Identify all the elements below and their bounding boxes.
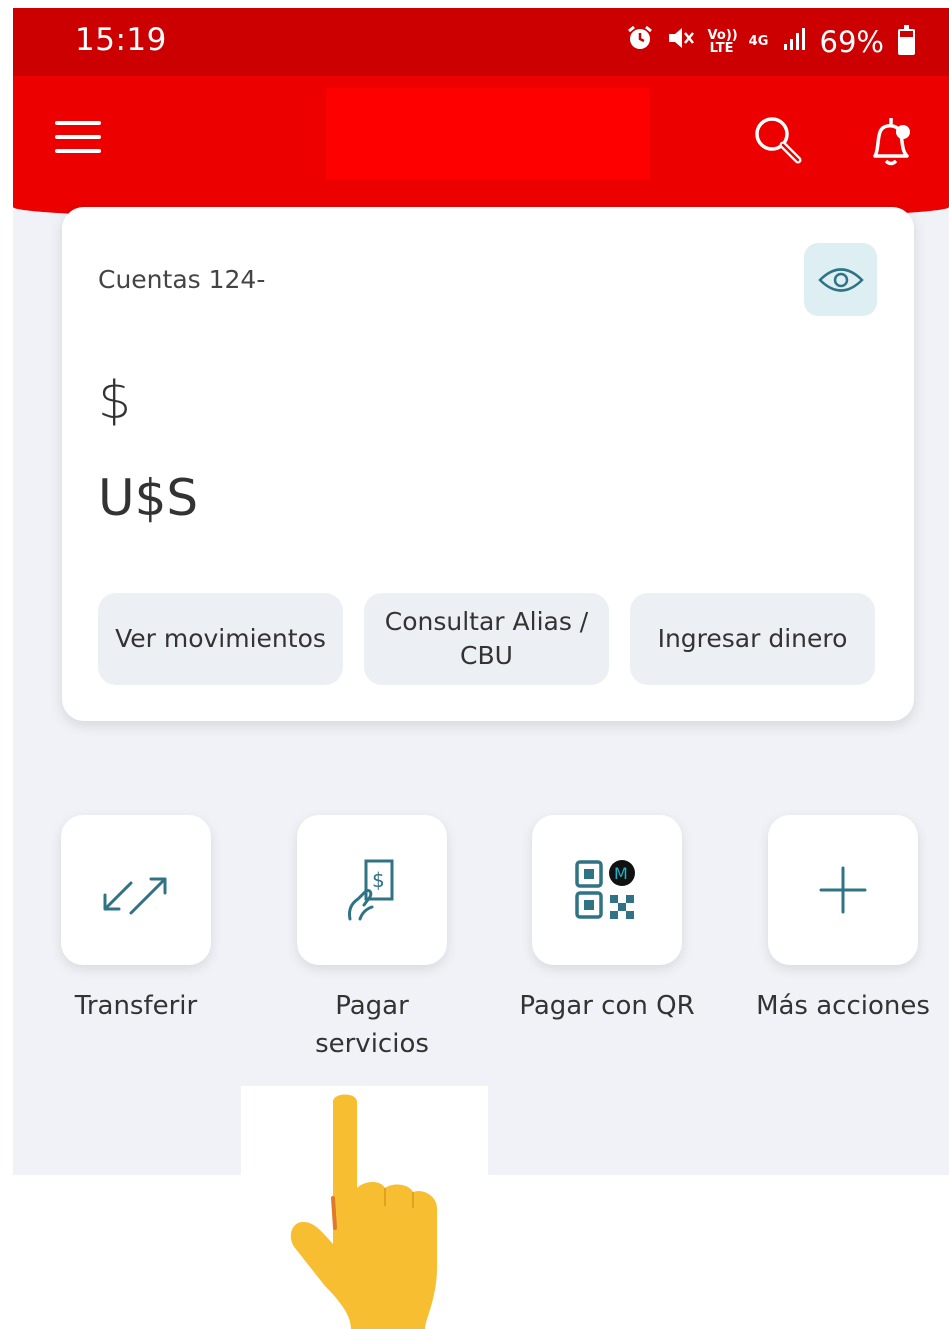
battery-percent: 69% (819, 24, 884, 59)
transfer-arrows-icon (103, 877, 167, 915)
quick-action-transfer[interactable]: Transferir (61, 815, 211, 1025)
account-label: Cuentas 124- (98, 265, 266, 294)
view-movements-button[interactable]: Ver movimientos (98, 593, 343, 685)
alarm-icon (626, 24, 654, 59)
deposit-money-button[interactable]: Ingresar dinero (630, 593, 875, 685)
status-bar: 15:19 Vo)) LTE 4G 69% (13, 8, 949, 76)
volte-icon: Vo)) LTE (707, 27, 738, 56)
pointing-hand-icon (290, 1094, 437, 1329)
quick-action-tile[interactable]: M (532, 815, 682, 965)
usd-balance-symbol: U$S (98, 469, 199, 527)
alias-cbu-button[interactable]: Consultar Alias / CBU (364, 593, 609, 685)
quick-action-label: Transferir (74, 991, 198, 1021)
bell-notification-icon[interactable] (863, 112, 919, 172)
plus-icon (819, 866, 867, 914)
mute-icon (666, 24, 696, 59)
quick-action-more[interactable]: Más acciones (756, 815, 930, 1025)
quick-action-tile[interactable] (768, 815, 918, 965)
redacted-logo (326, 88, 650, 180)
quick-action-tile[interactable] (61, 815, 211, 965)
search-icon[interactable] (750, 112, 806, 168)
alias-cbu-label: Consultar Alias / CBU (384, 607, 589, 670)
quick-action-tile[interactable]: $ (297, 815, 447, 965)
eye-icon[interactable] (804, 243, 877, 316)
quick-action-label: Pagar con QR (519, 991, 695, 1021)
app-header (13, 76, 949, 221)
signal-icon (782, 25, 808, 59)
hamburger-menu-icon[interactable] (55, 121, 101, 157)
quick-action-label: Más acciones (756, 991, 930, 1021)
quick-action-label: Pagar servicios (315, 991, 429, 1059)
svg-text:M: M (614, 864, 628, 883)
status-time: 15:19 (75, 22, 167, 58)
pay-bill-hand-icon: $ (348, 859, 394, 921)
quick-action-pay-qr[interactable]: M Pagar con QR (519, 815, 695, 1025)
status-icons: Vo)) LTE 4G 69% (626, 24, 915, 59)
svg-text:$: $ (372, 868, 385, 892)
qr-code-icon: M (575, 860, 635, 919)
quick-action-pay-services[interactable]: $ Pagar servicios (297, 815, 447, 1063)
app-screen: 15:19 Vo)) LTE 4G 69% Cuentas 124- $ U$S… (13, 8, 949, 1175)
battery-fill (900, 37, 913, 53)
battery-icon (898, 24, 915, 55)
account-card: Cuentas 124- $ U$S Ver movimientos Consu… (62, 207, 914, 721)
4g-icon: 4G (748, 34, 769, 49)
ars-balance-symbol: $ (98, 371, 132, 431)
